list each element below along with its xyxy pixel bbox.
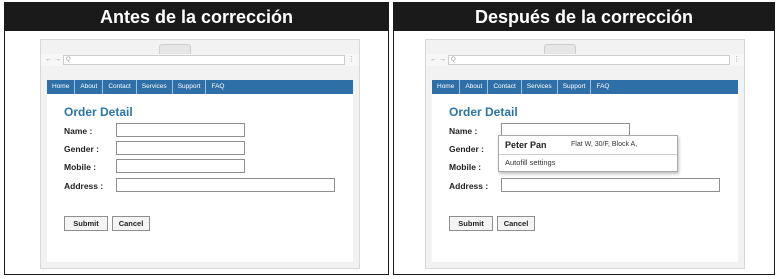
before-panel: Antes de la corrección ← → ↻ Q ⋮ Home Ab… [4,2,389,275]
address-label: Address : [64,181,104,191]
nav-home[interactable]: Home [432,80,461,94]
address-label: Address : [449,181,489,191]
browser-window: ← → ↻ Q ⋮ Home About Contact Services Su… [40,39,360,269]
site-nav: Home About Contact Services Support FAQ [47,80,353,94]
nav-services[interactable]: Services [522,80,558,94]
form-title: Order Detail [449,105,518,119]
menu-icon[interactable]: ⋮ [733,54,740,66]
after-panel: Después de la corrección ← → ↻ Q ⋮ Home … [393,2,775,275]
nav-faq[interactable]: FAQ [591,80,614,94]
search-icon: Q [66,57,71,63]
submit-button[interactable]: Submit [449,216,493,231]
address-row: ← → ↻ Q ⋮ [41,54,359,66]
cancel-button[interactable]: Cancel [112,216,150,231]
order-form: Order Detail Name : Gender : Mobile : Ad… [47,94,353,262]
order-form: Order Detail Name : Gender : Mobile : Ad… [432,94,738,262]
nav-about[interactable]: About [75,80,104,94]
mobile-field[interactable] [116,159,245,173]
name-field[interactable] [116,123,245,137]
mobile-label: Mobile : [64,162,97,172]
address-bar[interactable]: Q [448,55,730,65]
browser-window: ← → ↻ Q ⋮ Home About Contact Services Su… [425,39,745,269]
before-panel-title: Antes de la corrección [5,3,388,31]
suggestion-address: Flat W, 30/F, Block A, [571,141,638,148]
divider [499,154,677,155]
nav-home[interactable]: Home [47,80,76,94]
submit-button[interactable]: Submit [64,216,108,231]
form-title: Order Detail [64,105,133,119]
address-field[interactable] [116,178,335,192]
name-label: Name : [449,126,478,136]
nav-about[interactable]: About [460,80,489,94]
address-row: ← → ↻ Q ⋮ [426,54,744,66]
nav-services[interactable]: Services [137,80,173,94]
autofill-dropdown: Peter Pan Flat W, 30/F, Block A, Autofil… [498,135,678,172]
address-bar[interactable]: Q [63,55,345,65]
address-field[interactable] [501,178,720,192]
menu-icon[interactable]: ⋮ [348,54,355,66]
suggestion-name: Peter Pan [505,140,547,150]
nav-faq[interactable]: FAQ [206,80,229,94]
name-label: Name : [64,126,93,136]
gender-field[interactable] [116,141,245,155]
gender-label: Gender : [64,144,99,154]
browser-tab[interactable] [544,44,576,54]
after-panel-title: Después de la corrección [394,3,774,31]
nav-support[interactable]: Support [173,80,207,94]
nav-support[interactable]: Support [558,80,592,94]
browser-tab[interactable] [159,44,191,54]
nav-contact[interactable]: Contact [488,80,522,94]
cancel-button[interactable]: Cancel [497,216,535,231]
autofill-settings-link[interactable]: Autofill settings [505,158,555,167]
gender-label: Gender : [449,144,484,154]
site-nav: Home About Contact Services Support FAQ [432,80,738,94]
search-icon: Q [451,57,456,63]
mobile-label: Mobile : [449,162,482,172]
nav-contact[interactable]: Contact [103,80,137,94]
